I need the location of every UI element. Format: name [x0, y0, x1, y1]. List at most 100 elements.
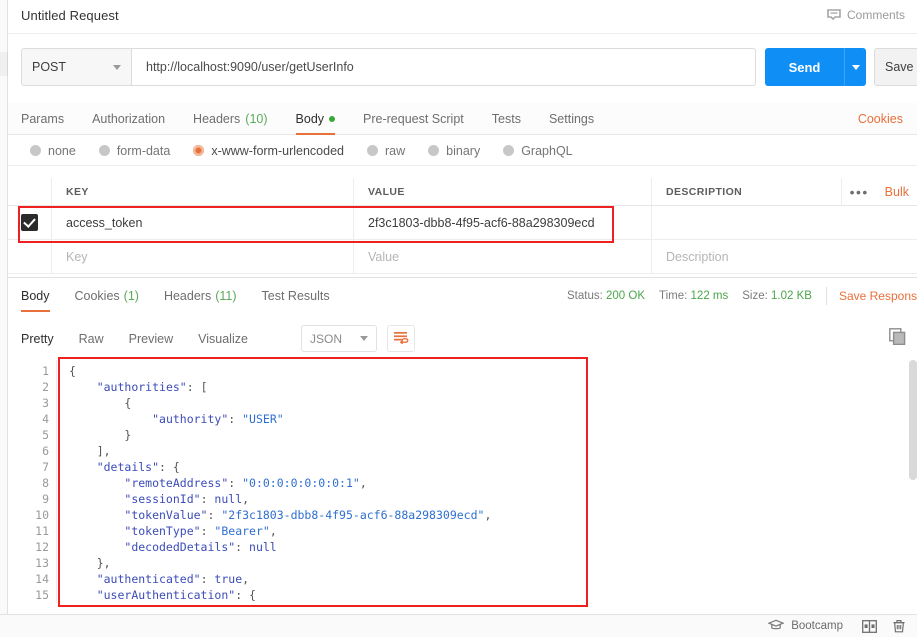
viewer-mode-preview[interactable]: Preview	[129, 332, 173, 346]
status-badge: 200 OK	[606, 290, 645, 302]
table-tools: ••• Bulk	[840, 178, 917, 206]
tab-pre-request-script[interactable]: Pre-request Script	[363, 103, 464, 135]
response-tab-test-results[interactable]: Test Results	[262, 278, 330, 314]
url-value: http://localhost:9090/user/getUserInfo	[146, 60, 354, 74]
body-params-table: KEY VALUE DESCRIPTION ••• Bulk access_to…	[8, 178, 917, 274]
tab-label: Params	[21, 111, 65, 126]
checkbox-checked-icon[interactable]	[21, 214, 38, 231]
line-number-gutter: 1 2 3 4 5 6 7 8 9 10 11 12 13 14 15	[8, 360, 56, 603]
code-line: "authorities": [	[96, 380, 208, 394]
row-checkbox-cell[interactable]	[8, 206, 52, 239]
row-value[interactable]: 2f3c1803-dbb8-4f95-acf6-88a298309ecd	[368, 216, 595, 230]
viewer-mode-pretty[interactable]: Pretty	[21, 332, 54, 346]
code-line: "sessionId": null,	[124, 492, 250, 506]
row-checkbox-cell[interactable]	[8, 240, 52, 273]
save-response-button[interactable]: Save Respons	[825, 287, 917, 305]
line-number: 11	[35, 524, 49, 538]
key-placeholder[interactable]: Key	[66, 250, 88, 264]
table-row[interactable]: access_token 2f3c1803-dbb8-4f95-acf6-88a…	[8, 206, 917, 240]
request-tab-bar: Params Authorization Headers (10) Body P…	[8, 103, 917, 135]
tab-settings[interactable]: Settings	[549, 103, 594, 135]
cookies-link[interactable]: Cookies	[858, 112, 903, 126]
response-tab-body[interactable]: Body	[21, 278, 50, 314]
response-viewer-toolbar: Pretty Raw Preview Visualize JSON	[8, 320, 917, 360]
response-tab-headers[interactable]: Headers (11)	[164, 278, 237, 314]
send-options-button[interactable]	[844, 48, 866, 86]
copy-icon	[888, 328, 906, 348]
tab-body[interactable]: Body	[295, 103, 336, 135]
column-header-key: KEY	[66, 185, 89, 198]
response-tab-cookies[interactable]: Cookies (1)	[75, 278, 139, 314]
bulk-edit-link[interactable]: Bulk	[877, 185, 917, 199]
tab-label: Authorization	[92, 111, 166, 126]
code-line: }	[69, 428, 132, 442]
header-check-cell	[8, 178, 52, 205]
copy-button[interactable]	[887, 328, 907, 348]
tab-label: Pre-request Script	[363, 111, 464, 126]
response-body-viewer[interactable]: 1 2 3 4 5 6 7 8 9 10 11 12 13 14 15 { "authorities": […	[8, 360, 917, 614]
code-line: {	[69, 364, 76, 378]
trash-icon[interactable]	[891, 619, 907, 634]
ellipsis-icon[interactable]: •••	[840, 178, 877, 206]
radio-binary[interactable]: binary	[428, 144, 480, 158]
line-number: 6	[42, 444, 49, 458]
radio-label: binary	[446, 143, 481, 158]
tab-label: Headers	[163, 289, 212, 303]
url-bar-row: POST http://localhost:9090/user/getUserI…	[8, 33, 917, 99]
line-number: 10	[35, 508, 49, 522]
body-active-dot-icon	[329, 115, 336, 122]
radio-raw[interactable]: raw	[367, 144, 405, 158]
radio-x-www-form-urlencoded[interactable]: x-www-form-urlencoded	[193, 144, 344, 158]
json-code[interactable]: { "authorities": [ { "authority": "USER"…	[56, 360, 917, 603]
status-bar: Bootcamp	[0, 614, 917, 637]
radio-icon	[367, 145, 378, 156]
radio-label: raw	[385, 143, 406, 158]
radio-none[interactable]: none	[30, 144, 76, 158]
response-header: Body Cookies (1) Headers (11) Test Resul…	[8, 277, 917, 313]
status-metric: Status: 200 OK	[567, 290, 645, 302]
send-button[interactable]: Send	[765, 48, 844, 86]
table-row-empty[interactable]: Key Value Description	[8, 240, 917, 274]
line-number: 14	[35, 572, 49, 586]
bootcamp-button[interactable]: Bootcamp	[767, 619, 843, 634]
line-number: 13	[35, 556, 49, 570]
chevron-down-icon	[851, 64, 860, 70]
tab-headers[interactable]: Headers (10)	[193, 103, 267, 135]
line-number: 5	[42, 428, 49, 442]
radio-form-data[interactable]: form-data	[98, 143, 171, 158]
bootcamp-label: Bootcamp	[791, 620, 843, 632]
save-button[interactable]: Save	[874, 48, 917, 86]
line-number: 12	[35, 540, 49, 554]
response-scrollbar[interactable]	[909, 360, 917, 480]
size-value: 1.02 KB	[771, 290, 812, 302]
radio-label: GraphQL	[521, 143, 573, 158]
column-header-value: VALUE	[368, 185, 405, 198]
description-placeholder[interactable]: Description	[666, 250, 729, 264]
comments-button[interactable]: Comments	[823, 5, 909, 25]
viewer-mode-visualize[interactable]: Visualize	[198, 332, 248, 346]
line-number: 8	[42, 476, 49, 490]
tab-params[interactable]: Params	[21, 103, 64, 135]
left-rail	[0, 0, 8, 614]
radio-label: form-data	[116, 143, 171, 158]
tab-authorization[interactable]: Authorization	[92, 103, 165, 135]
value-placeholder[interactable]: Value	[368, 250, 399, 264]
line-number: 15	[35, 588, 49, 602]
viewer-mode-raw[interactable]: Raw	[79, 332, 104, 346]
row-key[interactable]: access_token	[66, 216, 142, 230]
radio-graphql[interactable]: GraphQL	[503, 143, 573, 158]
http-method-select[interactable]: POST	[21, 48, 131, 86]
tab-label: Body	[295, 111, 325, 126]
url-input[interactable]: http://localhost:9090/user/getUserInfo	[131, 48, 756, 86]
two-pane-layout-icon[interactable]	[861, 619, 877, 634]
tab-tests[interactable]: Tests	[492, 103, 521, 135]
line-number: 3	[42, 396, 49, 410]
code-line: "tokenValue": "2f3c1803-dbb8-4f95-acf6-8…	[124, 508, 492, 522]
line-number: 1	[42, 364, 49, 378]
line-number: 4	[42, 412, 49, 426]
chevron-down-icon	[360, 336, 368, 341]
format-label: JSON	[310, 331, 343, 346]
radio-label: x-www-form-urlencoded	[211, 143, 344, 158]
format-select[interactable]: JSON	[301, 325, 377, 352]
word-wrap-button[interactable]	[387, 325, 415, 352]
